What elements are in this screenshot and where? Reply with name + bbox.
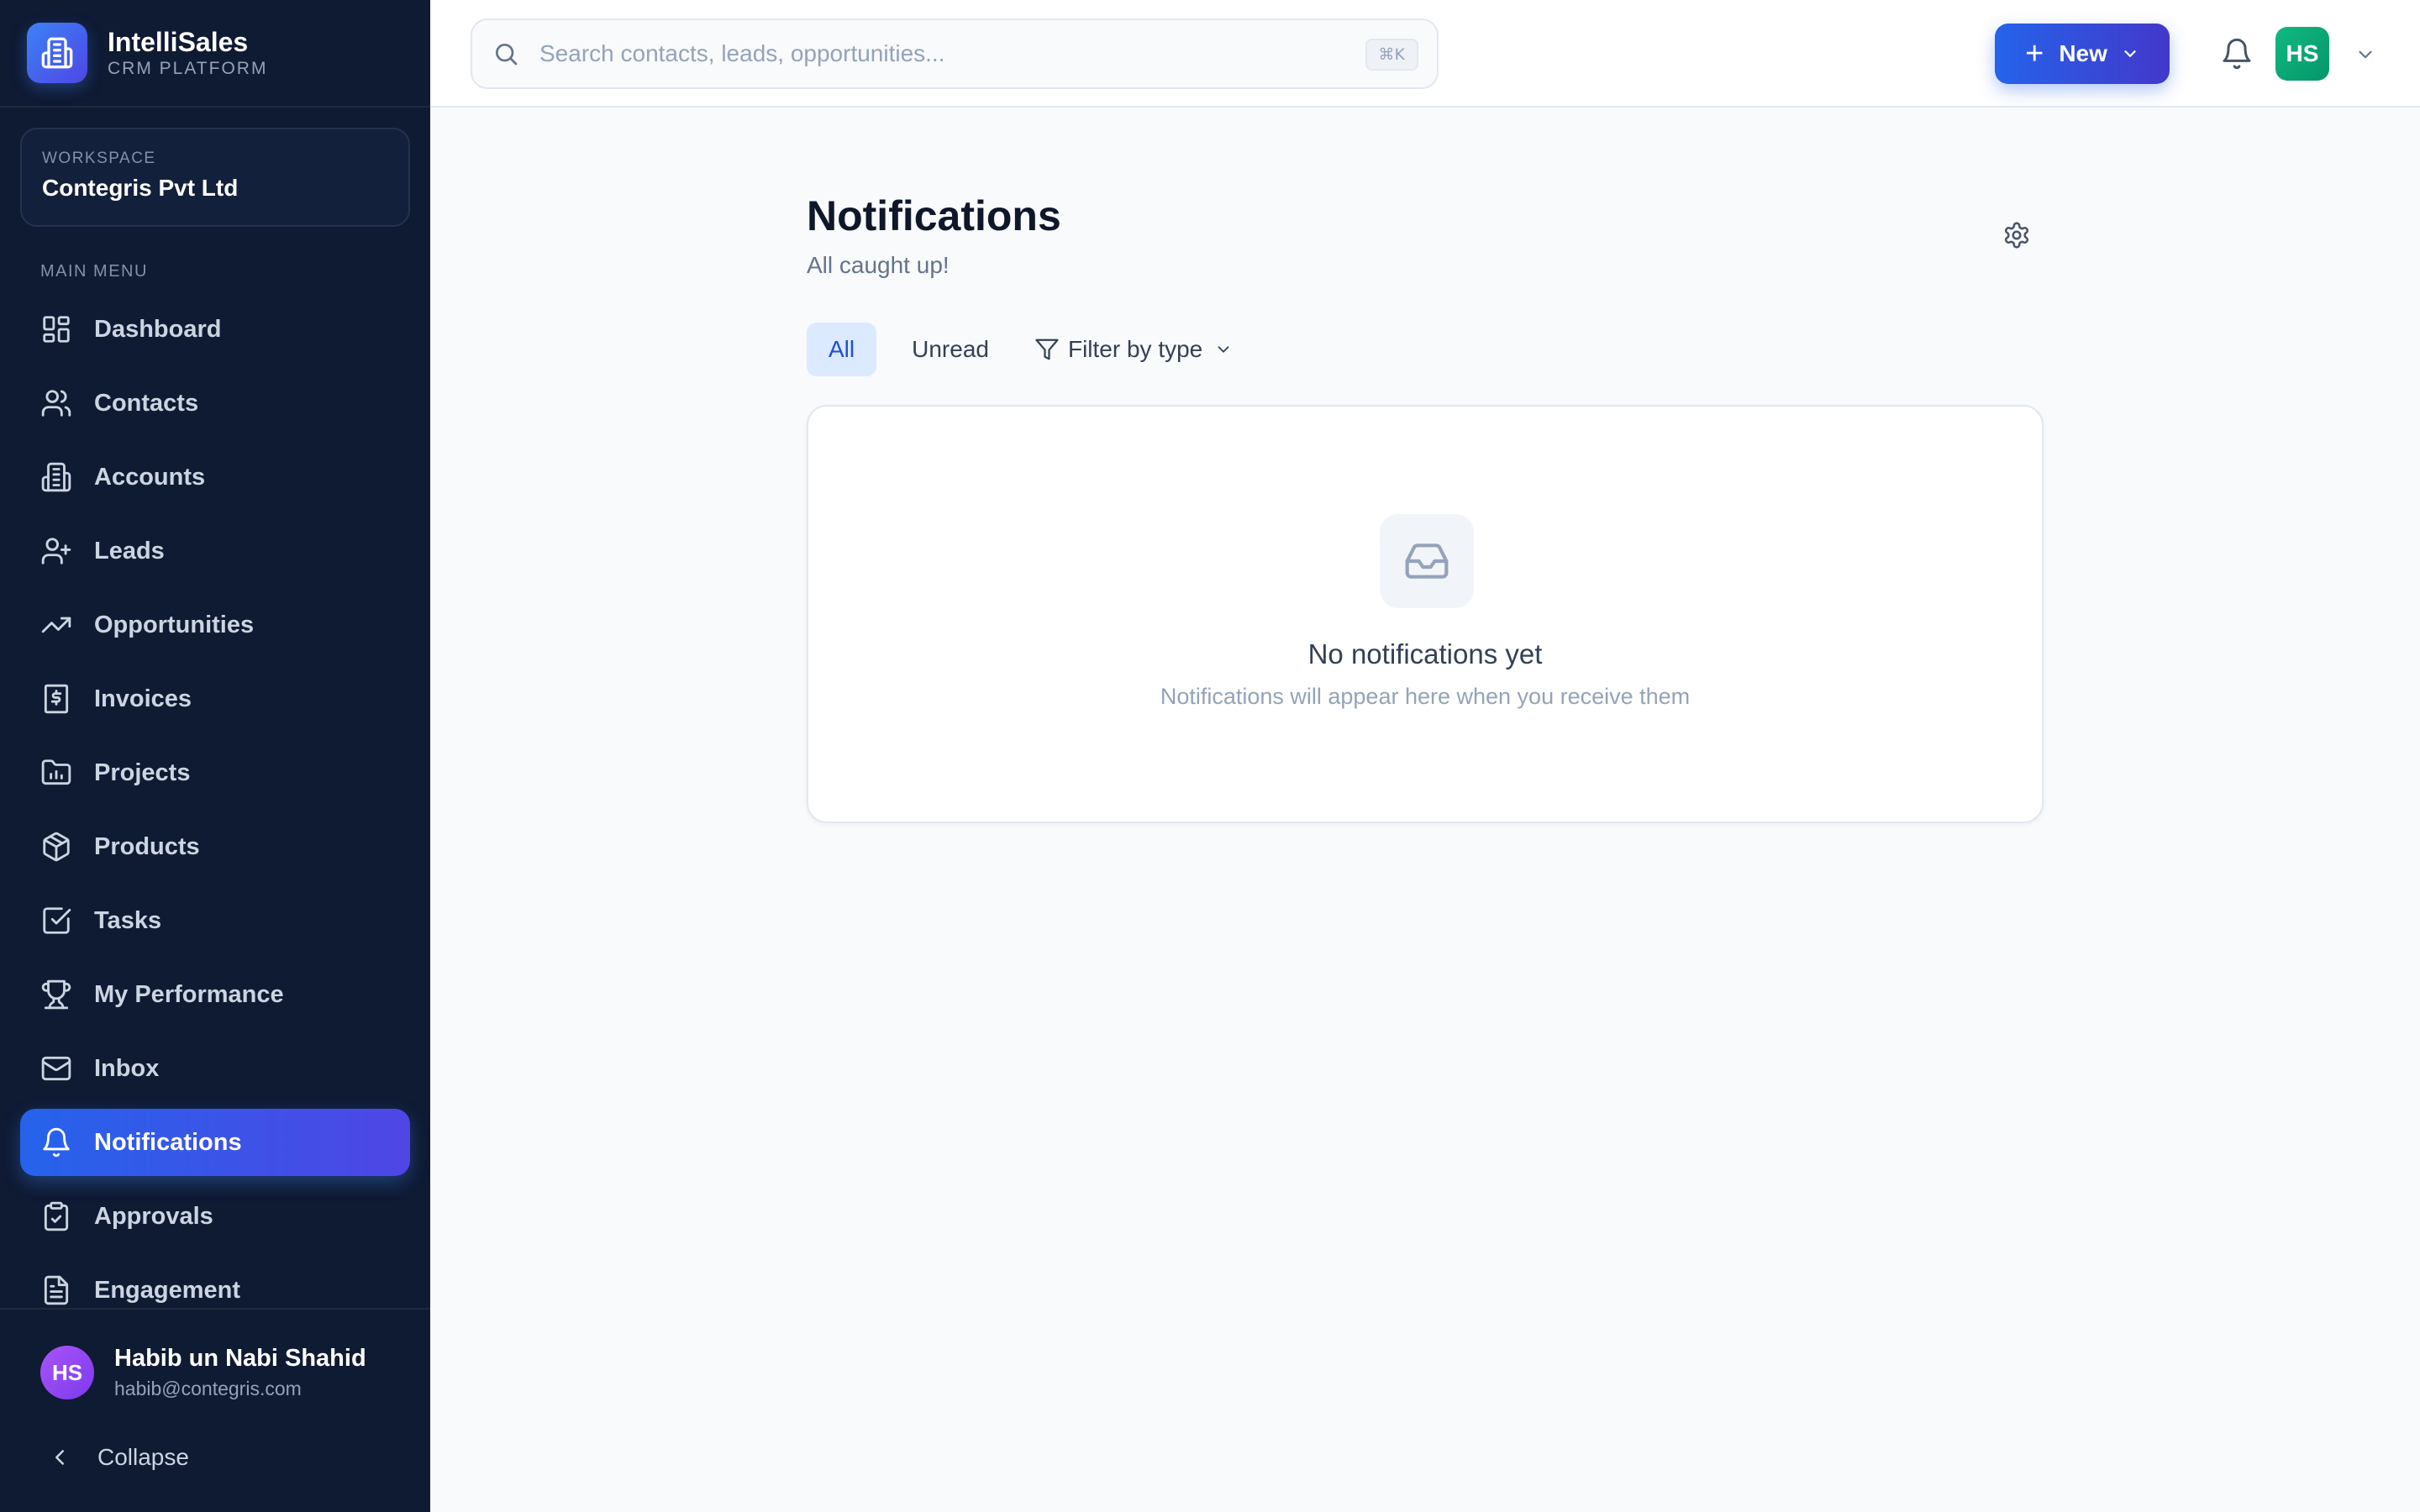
workspace-switcher[interactable]: WORKSPACE Contegris Pvt Ltd bbox=[20, 128, 410, 227]
sidebar-item-projects[interactable]: Projects bbox=[20, 739, 410, 806]
notification-settings-button[interactable] bbox=[1998, 217, 2035, 254]
package-icon bbox=[43, 832, 70, 862]
collapse-label: Collapse bbox=[97, 1444, 189, 1470]
sidebar-item-opportunities[interactable]: Opportunities bbox=[20, 591, 410, 659]
avatar: HS bbox=[40, 1346, 94, 1399]
mail-icon bbox=[41, 1056, 71, 1081]
sidebar-item-label: Dashboard bbox=[94, 315, 222, 343]
notification-tabs: All Unread Filter by type bbox=[807, 323, 1233, 376]
chevron-down-icon[interactable] bbox=[2354, 44, 2376, 66]
receipt-icon bbox=[44, 684, 69, 714]
bell-icon bbox=[43, 1127, 70, 1158]
user-name: Habib un Nabi Shahid bbox=[114, 1345, 366, 1372]
empty-state-title: No notifications yet bbox=[1307, 638, 1543, 669]
brand-subtitle: CRM PLATFORM bbox=[108, 59, 268, 78]
filter-by-type-dropdown[interactable]: Filter by type bbox=[1034, 323, 1233, 376]
brand-name: IntelliSales bbox=[108, 27, 249, 57]
chevron-down-icon bbox=[2124, 50, 2136, 57]
tab-all[interactable]: All bbox=[807, 323, 877, 376]
sidebar-item-leads[interactable]: Leads bbox=[20, 517, 410, 585]
chevron-down-icon bbox=[1218, 346, 1229, 353]
building-logo-icon bbox=[27, 23, 87, 83]
sidebar-item-label: Inbox bbox=[94, 1054, 160, 1082]
sidebar-item-dashboard[interactable]: Dashboard bbox=[20, 296, 410, 363]
trophy-icon bbox=[41, 979, 71, 1010]
brand: IntelliSales CRM PLATFORM bbox=[0, 0, 430, 108]
page-title: Notifications bbox=[807, 192, 1061, 239]
sidebar-item-label: Engagement bbox=[94, 1276, 241, 1304]
dashboard-icon bbox=[43, 316, 70, 343]
inbox-icon bbox=[1380, 514, 1474, 608]
user-avatar-button[interactable]: HS bbox=[2275, 27, 2329, 81]
user-plus-icon bbox=[41, 538, 71, 564]
notifications-empty-state: No notifications yet Notifications will … bbox=[807, 405, 2044, 823]
file-text-icon bbox=[44, 1275, 69, 1305]
main-menu-label: MAIN MENU bbox=[40, 262, 148, 281]
sidebar-item-inbox[interactable]: Inbox bbox=[20, 1035, 410, 1102]
sidebar-item-tasks[interactable]: Tasks bbox=[20, 887, 410, 954]
workspace-label: WORKSPACE bbox=[42, 150, 156, 167]
gear-icon bbox=[2004, 222, 2029, 249]
new-button-label: New bbox=[2059, 40, 2107, 66]
sidebar-item-label: Products bbox=[94, 832, 200, 860]
search-box[interactable]: ⌘K bbox=[471, 18, 1439, 89]
bell-icon bbox=[2223, 38, 2251, 70]
sidebar-item-approvals[interactable]: Approvals bbox=[20, 1183, 410, 1250]
chevron-left-icon bbox=[55, 1450, 64, 1465]
main-nav: Dashboard Contacts Accounts Leads Opport… bbox=[20, 296, 410, 1331]
sidebar-item-contacts[interactable]: Contacts bbox=[20, 370, 410, 437]
user-profile[interactable]: HS Habib un Nabi Shahid habib@contegris.… bbox=[0, 1310, 430, 1400]
users-icon bbox=[41, 390, 71, 417]
sidebar-item-label: Opportunities bbox=[94, 611, 255, 638]
workspace-name: Contegris Pvt Ltd bbox=[42, 175, 239, 201]
sidebar-item-invoices[interactable]: Invoices bbox=[20, 665, 410, 732]
top-bar: ⌘K + New HS bbox=[430, 0, 2420, 108]
search-input[interactable] bbox=[539, 40, 1346, 67]
building-icon bbox=[41, 462, 71, 492]
sidebar-item-label: My Performance bbox=[94, 980, 284, 1008]
sidebar-footer: HS Habib un Nabi Shahid habib@contegris.… bbox=[0, 1308, 430, 1512]
sidebar-item-label: Invoices bbox=[94, 685, 192, 712]
user-email: habib@contegris.com bbox=[114, 1378, 302, 1399]
sidebar-item-label: Contacts bbox=[94, 389, 199, 417]
notifications-bell-button[interactable] bbox=[2217, 34, 2257, 74]
plus-icon: + bbox=[2025, 36, 2044, 71]
sidebar-item-label: Tasks bbox=[94, 906, 162, 934]
clipboard-check-icon bbox=[44, 1201, 69, 1231]
page-subtitle: All caught up! bbox=[807, 252, 950, 278]
sidebar-item-label: Leads bbox=[94, 537, 165, 564]
search-shortcut-badge: ⌘K bbox=[1365, 39, 1418, 71]
checkbox-icon bbox=[43, 907, 71, 934]
filter-label: Filter by type bbox=[1067, 336, 1203, 362]
sidebar-item-products[interactable]: Products bbox=[20, 813, 410, 880]
sidebar-item-label: Notifications bbox=[94, 1128, 242, 1156]
sidebar: IntelliSales CRM PLATFORM WORKSPACE Cont… bbox=[0, 0, 430, 1512]
folder-chart-icon bbox=[41, 759, 71, 785]
sidebar-item-my-performance[interactable]: My Performance bbox=[20, 961, 410, 1028]
sidebar-item-label: Projects bbox=[94, 759, 191, 786]
search-icon bbox=[496, 44, 518, 66]
sidebar-item-label: Approvals bbox=[94, 1202, 213, 1230]
collapse-button[interactable]: Collapse bbox=[47, 1444, 189, 1471]
sidebar-item-notifications[interactable]: Notifications bbox=[20, 1109, 410, 1176]
tab-unread[interactable]: Unread bbox=[890, 323, 1011, 376]
sidebar-item-label: Accounts bbox=[94, 463, 206, 491]
sidebar-item-accounts[interactable]: Accounts bbox=[20, 444, 410, 511]
new-button[interactable]: + New bbox=[1995, 24, 2170, 84]
trending-up-icon bbox=[41, 617, 71, 633]
filter-icon bbox=[1035, 339, 1059, 360]
empty-state-message: Notifications will appear here when you … bbox=[1160, 684, 1691, 709]
